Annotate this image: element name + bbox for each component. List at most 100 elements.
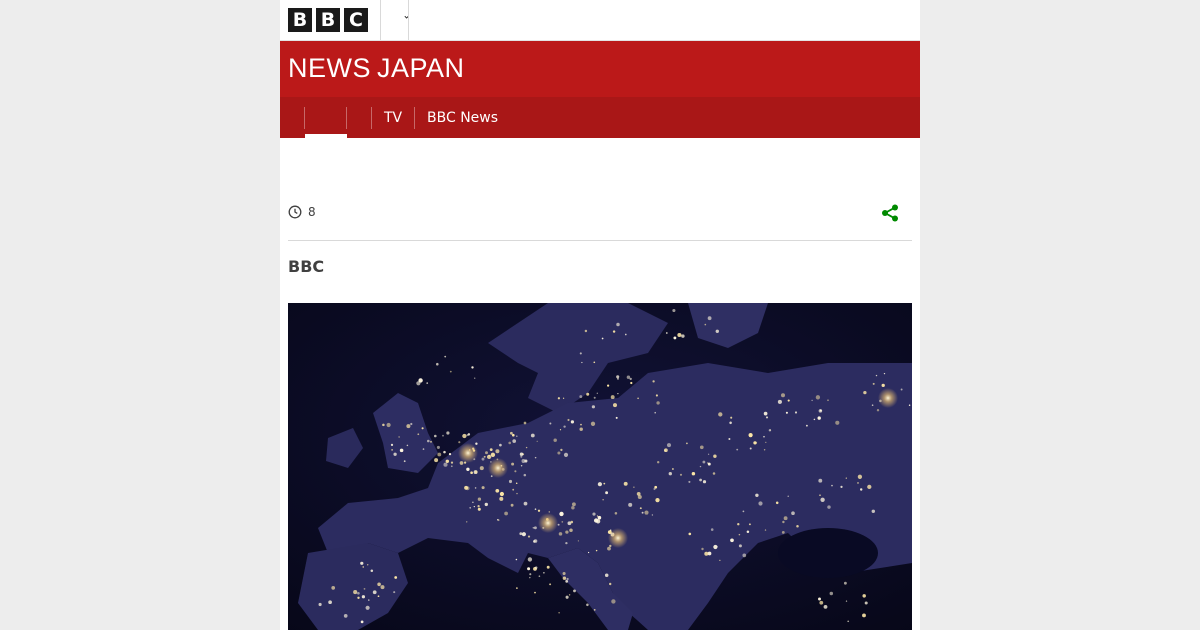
- city-light: [417, 433, 420, 436]
- city-light: [701, 547, 704, 551]
- city-light: [908, 404, 911, 407]
- city-light: [781, 530, 785, 534]
- city-light: [450, 461, 454, 464]
- city-light: [755, 493, 759, 498]
- city-light: [704, 551, 709, 556]
- city-light: [787, 399, 790, 402]
- bbc-logo-letter: B: [316, 8, 340, 32]
- city-light: [596, 392, 598, 394]
- city-light: [713, 544, 718, 550]
- city-light: [523, 473, 527, 477]
- city-light: [702, 460, 706, 464]
- nav-item-bbc-news[interactable]: BBC News: [427, 109, 498, 127]
- city-light: [477, 497, 482, 501]
- city-light: [597, 515, 602, 520]
- city-light: [532, 540, 536, 543]
- city-light: [474, 470, 478, 474]
- city-glow: [608, 528, 628, 548]
- city-light: [712, 472, 716, 475]
- share-icon[interactable]: [880, 203, 900, 223]
- city-light: [391, 449, 393, 451]
- city-light: [605, 491, 609, 495]
- city-light: [843, 581, 847, 585]
- city-light: [558, 532, 563, 536]
- city-light: [655, 497, 660, 503]
- city-light: [780, 393, 786, 398]
- city-light: [673, 336, 677, 340]
- city-light: [495, 488, 500, 493]
- city-light: [469, 507, 471, 509]
- city-light: [579, 427, 583, 431]
- city-light: [510, 431, 513, 435]
- city-light: [475, 442, 478, 445]
- city-light: [357, 591, 360, 595]
- city-light: [529, 573, 532, 576]
- news-japan-brand[interactable]: NEWS JAPAN: [288, 53, 465, 84]
- city-light: [699, 478, 702, 482]
- city-light: [591, 405, 596, 409]
- city-light: [630, 381, 633, 385]
- city-light: [707, 316, 712, 321]
- city-light: [652, 380, 655, 383]
- city-light: [688, 480, 691, 483]
- city-light: [777, 399, 782, 404]
- city-light: [536, 440, 538, 442]
- city-light: [410, 422, 413, 426]
- city-light: [421, 427, 424, 430]
- city-light: [486, 454, 492, 460]
- city-light: [529, 576, 531, 579]
- city-light: [730, 538, 734, 543]
- city-light: [470, 471, 473, 475]
- city-light: [820, 497, 825, 502]
- city-light: [847, 620, 850, 623]
- city-light: [601, 337, 604, 340]
- city-light: [481, 486, 485, 490]
- city-light: [738, 533, 741, 536]
- city-light: [565, 580, 569, 583]
- city-light: [765, 416, 769, 419]
- city-light: [343, 614, 348, 618]
- city-light: [353, 590, 358, 595]
- city-light: [430, 440, 432, 443]
- city-light: [512, 488, 515, 491]
- city-light: [472, 501, 474, 504]
- city-light: [508, 441, 512, 445]
- city-light: [449, 370, 452, 373]
- city-light: [823, 604, 828, 609]
- city-light: [623, 481, 628, 486]
- city-light: [580, 423, 582, 426]
- city-light: [571, 502, 576, 507]
- city-light: [639, 507, 642, 510]
- city-light: [871, 404, 874, 407]
- global-header: B B C: [280, 0, 920, 41]
- city-light: [546, 565, 550, 569]
- city-light: [527, 535, 531, 538]
- city-light: [465, 486, 470, 491]
- city-light: [656, 401, 660, 405]
- city-light: [524, 459, 528, 463]
- city-light: [596, 515, 599, 517]
- city-light: [612, 330, 616, 333]
- city-light: [534, 456, 537, 459]
- city-light: [519, 452, 524, 456]
- city-light: [883, 372, 886, 375]
- brand-region: JAPAN: [377, 53, 465, 83]
- city-light: [857, 481, 859, 484]
- city-light: [629, 377, 632, 381]
- city-light: [753, 441, 757, 445]
- city-light: [443, 450, 446, 454]
- nav-item-active[interactable]: [305, 97, 347, 138]
- city-light: [595, 519, 601, 524]
- nav-item-tv[interactable]: TV: [384, 109, 402, 127]
- city-light: [450, 465, 453, 468]
- city-light: [363, 588, 366, 590]
- city-light: [534, 566, 538, 569]
- bbc-logo[interactable]: B B C: [288, 8, 368, 32]
- city-light: [530, 433, 535, 438]
- city-light: [617, 392, 619, 395]
- city-light: [462, 433, 467, 439]
- city-light: [467, 433, 471, 436]
- city-light: [871, 509, 876, 514]
- city-light: [516, 435, 518, 437]
- chevron-down-icon[interactable]: [400, 12, 414, 26]
